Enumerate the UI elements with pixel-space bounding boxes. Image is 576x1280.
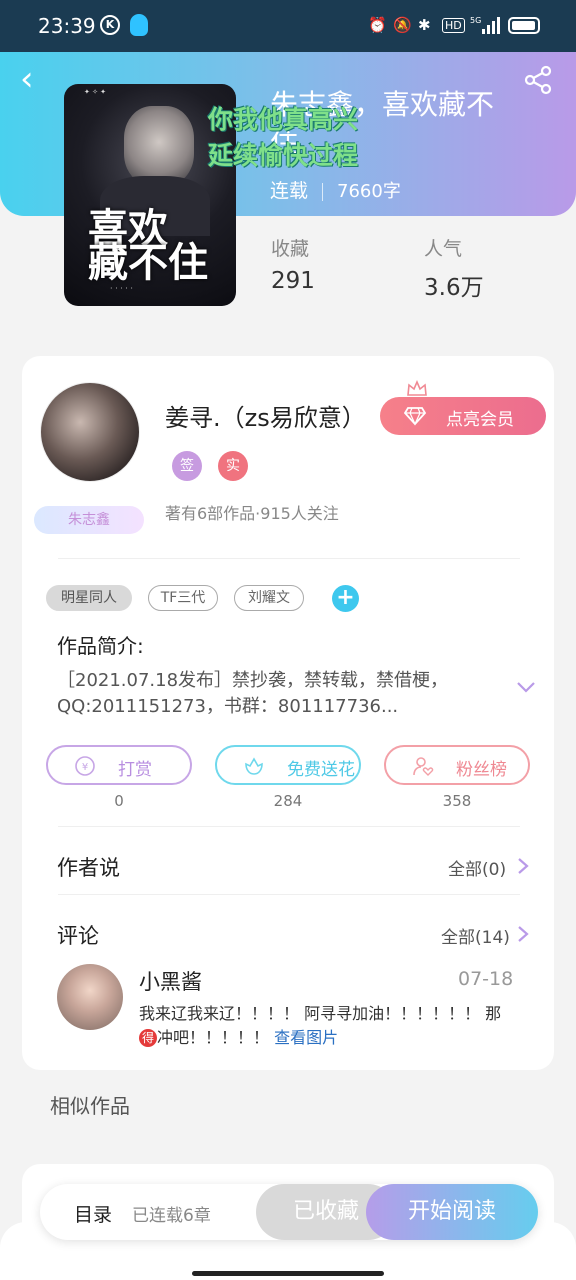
add-tag-button[interactable]: + <box>332 585 359 612</box>
chevron-right-icon[interactable] <box>517 925 529 943</box>
chapter-count: 已连载6章 <box>132 1206 211 1226</box>
send-flower-label: 免费送花 <box>287 760 355 780</box>
hd-icon: HD <box>442 18 465 33</box>
popularity-value: 3.6万 <box>424 275 484 301</box>
mute-icon: 🔕 <box>393 16 412 34</box>
cover-top-decoration: ✦ ✧ ✦ <box>84 88 107 96</box>
reward-label: 打赏 <box>118 760 152 780</box>
status-time: 23:39 <box>38 14 96 38</box>
book-meta: 连载 7660字 <box>270 176 401 203</box>
qq-icon <box>130 14 148 36</box>
author-says-title: 作者说 <box>57 856 120 880</box>
toc-button[interactable]: 目录 <box>74 1200 112 1227</box>
vip-button[interactable]: 点亮会员 <box>380 397 546 435</box>
author-says-link[interactable]: 全部(0) <box>448 855 506 880</box>
coin-icon: ¥ <box>75 756 95 776</box>
user-heart-icon <box>413 757 434 776</box>
divider <box>58 558 520 559</box>
fan-count: 358 <box>442 792 472 810</box>
author-avatar[interactable] <box>40 382 140 482</box>
svg-text:¥: ¥ <box>82 762 88 773</box>
word-count: 7660字 <box>337 181 401 202</box>
chevron-down-icon[interactable] <box>516 680 536 694</box>
intro-title: 作品简介: <box>57 634 144 658</box>
vip-button-label: 点亮会员 <box>446 410 514 430</box>
book-status: 连载 <box>270 180 309 202</box>
status-bar: 23:39 K ⏰ 🔕 ✱ HD 5G <box>0 0 576 52</box>
overlay-lyrics: 你我他真高兴 延续愉快过程 <box>208 105 359 170</box>
intro-text: ［2021.07.18发布］禁抄袭，禁转载，禁借梗，QQ:2011151273，… <box>57 670 449 717</box>
bluetooth-icon: ✱ <box>418 16 431 34</box>
reward-count: 0 <box>114 792 124 810</box>
diamond-icon <box>404 407 426 426</box>
similar-works-title: 相似作品 <box>50 1094 130 1118</box>
comments-title: 评论 <box>57 924 99 948</box>
svg-text:5G: 5G <box>470 16 481 25</box>
popularity-label: 人气 <box>424 238 463 260</box>
5g-signal-icon: 5G <box>470 16 500 34</box>
emoji-mark: 得 <box>139 1029 157 1047</box>
comment-date: 07-18 <box>458 968 514 990</box>
send-flower-button[interactable]: 免费送花 <box>215 745 361 785</box>
comment-text: 我来辽我来辽！！！！ 阿寻寻加油！！！！！！ 那得 冲吧！！！！！ 查看图片 <box>139 1004 502 1047</box>
back-icon[interactable]: ‹ <box>20 62 34 96</box>
share-icon[interactable] <box>522 64 554 96</box>
author-name[interactable]: 姜寻.（zs易欣意） <box>165 398 366 433</box>
start-reading-button[interactable]: 开始阅读 <box>366 1184 538 1240</box>
works-info: 著有6部作品·915人关注 <box>165 504 339 523</box>
collect-label: 收藏 <box>271 238 310 260</box>
crown-icon <box>407 380 427 396</box>
tag-item[interactable]: 刘耀文 <box>234 585 304 611</box>
flower-count: 284 <box>273 792 303 810</box>
tag-item[interactable]: 明星同人 <box>46 585 132 611</box>
cover-portrait <box>124 106 194 186</box>
cover-title: 喜欢 藏不住 <box>88 205 208 286</box>
reward-button[interactable]: ¥ 打赏 <box>46 745 192 785</box>
divider <box>58 894 520 895</box>
meta-divider <box>322 182 324 201</box>
battery-icon <box>508 17 540 34</box>
commenter-name[interactable]: 小黑酱 <box>139 966 202 996</box>
flower-icon <box>245 757 263 775</box>
fan-ranking-label: 粉丝榜 <box>456 760 507 780</box>
divider <box>58 826 520 827</box>
cover-decoration: · · · · · <box>110 284 133 293</box>
home-indicator[interactable] <box>192 1271 384 1276</box>
fan-ranking-button[interactable]: 粉丝榜 <box>384 745 530 785</box>
commenter-avatar[interactable] <box>57 964 123 1030</box>
sign-badge: 签 <box>172 451 202 481</box>
comments-link[interactable]: 全部(14) <box>441 923 510 948</box>
k-app-icon: K <box>100 15 120 35</box>
verified-badge: 实 <box>218 451 248 481</box>
collect-value: 291 <box>271 268 315 294</box>
fan-badge: 朱志鑫 <box>34 506 144 534</box>
tag-item[interactable]: TF三代 <box>148 585 218 611</box>
alarm-icon: ⏰ <box>368 16 387 34</box>
chevron-right-icon[interactable] <box>517 857 529 875</box>
view-image-link[interactable]: 查看图片 <box>274 1028 338 1047</box>
